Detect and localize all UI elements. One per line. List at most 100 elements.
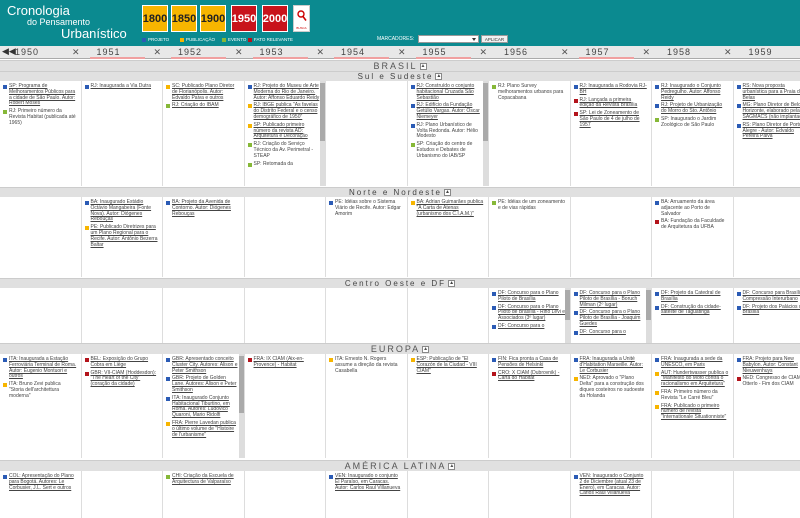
year-marker-icon[interactable]: ✕ — [235, 47, 243, 58]
event-item[interactable]: DF: Projeto dos Palácios de Brasília — [736, 304, 800, 317]
event-item[interactable]: RJ: Inaugurado o Conjunto Pedregulho. Au… — [655, 83, 729, 101]
event-item[interactable]: FRA: Primeiro número da Revista "Le Carr… — [655, 389, 729, 402]
event-item[interactable]: ITA: Inaugurada a Estação Ferroviária Te… — [3, 356, 77, 380]
scrollbar[interactable] — [238, 354, 244, 458]
legend-publicação[interactable]: PUBLICAÇÃO — [180, 37, 215, 42]
event-item[interactable]: DF: Construção da cidade-satélite de Tag… — [655, 304, 729, 317]
year-marker-icon[interactable]: ✕ — [643, 47, 651, 58]
event-item[interactable]: VEN: Inaugurado o Conjunto 2 de Diciembr… — [573, 473, 648, 497]
legend-checkbox[interactable] — [142, 37, 146, 42]
event-item[interactable]: ITA: Inaugurado Conjunto Habitacional Ti… — [166, 395, 240, 419]
event-item[interactable]: RJ: Lançada a primeira edição da Revista… — [573, 97, 648, 110]
decade-button-1900[interactable]: 1900 — [200, 5, 226, 32]
event-item[interactable]: SP: Inaugurado o Jardim Zoológico de São… — [655, 116, 729, 129]
event-item[interactable]: DF: Concurso para o — [492, 323, 566, 330]
event-item[interactable]: DF: Concurso para o Plano Piloto de Bras… — [573, 309, 648, 327]
event-item[interactable]: BA: Projeto da Avenida de Contorno. Auto… — [166, 199, 240, 217]
previous-arrow-icon[interactable]: ◀◀ — [2, 46, 16, 57]
event-item[interactable]: VEN: Inaugurado o conjunto El Paraíso, e… — [329, 473, 403, 491]
collapse-icon[interactable]: ▲ — [435, 73, 443, 81]
event-item[interactable]: RS: Plano Diretor de Porto Alegre - Auto… — [736, 122, 800, 140]
event-item[interactable]: SC: Publicado Plano Diretor de Florianóp… — [166, 83, 240, 101]
event-item[interactable]: DF: Projeto da Catedral de Brasília — [655, 290, 729, 303]
event-item[interactable]: RJ: Primeiro número da Revista Habitat (… — [3, 108, 77, 126]
legend-projeto[interactable]: PROJETO — [142, 37, 169, 42]
event-item[interactable]: NED: Aprovado o "Plano Delta" para a con… — [573, 375, 648, 399]
event-item[interactable]: FRA: Inaugurada a Unité d'Habitation Mar… — [573, 356, 648, 374]
event-item[interactable]: SP: Programa de Melhoramentos Públicos p… — [3, 83, 77, 107]
scrollbar[interactable] — [320, 81, 325, 186]
event-item[interactable]: ITA: Bruno Zevi publica "Storia dell'arc… — [3, 381, 77, 399]
collapse-icon[interactable]: ▲ — [422, 346, 430, 354]
event-item[interactable]: RJ: Inaugurada a Rodovia RJ-BH — [573, 83, 648, 96]
event-item[interactable]: BEL: Exposição do Grupo Cobra em Liège — [84, 356, 159, 369]
event-item[interactable]: RJ: Projeto de Urbanização do Morro do S… — [655, 103, 729, 115]
scrollbar[interactable] — [646, 288, 651, 343]
event-item[interactable]: SP: Lei de Zoneamento de São Paulo de 4 … — [573, 110, 648, 128]
event-item[interactable]: DF: Concurso para Brasília - Compressão … — [736, 290, 800, 303]
event-item[interactable]: RJ: Plano Survey melhoramentos urbanos p… — [492, 83, 566, 101]
event-item[interactable]: RJ: Plano Urbanístico de Volta Redonda. … — [410, 122, 485, 140]
collapse-icon[interactable]: ▲ — [448, 463, 456, 471]
decade-button-1950[interactable]: 1950 — [231, 5, 257, 32]
event-item[interactable]: MG: Plano Diretor de Belo Horizonte, ela… — [736, 102, 800, 120]
event-item[interactable]: BA: Fundação da Faculdade de Arquitetura… — [655, 219, 729, 231]
event-item[interactable]: FRA: IX CIAM (Aix-en-Provence) - Habitat — [247, 356, 322, 369]
event-item[interactable]: AUT: Hundertwasser publica o "Manifesto … — [655, 370, 729, 388]
event-item[interactable]: COL: Apresentação do Plano para Bogotá. … — [3, 473, 77, 491]
event-item[interactable]: FIN: Fica pronta a Casa de Pensões de He… — [492, 356, 566, 369]
event-item[interactable]: PE: Idéias de um zoneamento e de vias rá… — [492, 199, 566, 212]
event-item[interactable]: FRA: Projeto para New Babylon. Autor: Co… — [736, 356, 800, 374]
scrollbar[interactable] — [483, 81, 488, 186]
decade-button-2000[interactable]: 2000 — [262, 5, 288, 32]
event-item[interactable]: SP: Criação do centro de Estudos e Debat… — [410, 141, 485, 159]
event-item[interactable]: FRA: Publicado o primeiro número de revi… — [655, 403, 729, 421]
collapse-icon[interactable]: ▲ — [448, 280, 456, 288]
event-item[interactable]: RJ: Projeto do Museu de Arte Moderna do … — [247, 83, 322, 101]
collapse-icon[interactable]: ▲ — [443, 189, 451, 197]
event-item[interactable]: BA: Adrian Guimarães publica "A Carta de… — [410, 199, 485, 217]
year-marker-icon[interactable]: ✕ — [480, 47, 488, 58]
site-logo[interactable]: Cronologia do Pensamento Urbanístico — [7, 4, 127, 40]
event-item[interactable]: GBR: Projeto de Golden Lane. Autores: Al… — [166, 375, 240, 393]
year-marker-icon[interactable]: ✕ — [561, 47, 569, 58]
apply-button[interactable]: APLICAR — [481, 35, 508, 43]
event-item[interactable]: RJ: IBGE publica "As favelas do Distrito… — [247, 102, 322, 120]
year-marker-icon[interactable]: ✕ — [317, 47, 325, 58]
event-item[interactable]: RJ: Edifício da Fundação Getúlio Vargas.… — [410, 102, 485, 120]
legend-checkbox[interactable] — [248, 37, 252, 42]
event-item[interactable]: RJ: Criação do IBAM — [166, 103, 240, 109]
event-item[interactable]: DF: Concurso para o Plano Piloto de Bras… — [492, 290, 566, 303]
event-item[interactable]: CRO: X CIAM (Dubrovnik) - Carta do Habit… — [492, 370, 566, 383]
event-item[interactable]: RJ: Criação do Serviço Técnico da Av. Pe… — [247, 141, 322, 159]
event-item[interactable]: BA: Inaugurado Estádio Octávio Mangabeir… — [84, 199, 159, 223]
legend-fato-relevante[interactable]: FATO RELEVANTE — [248, 37, 293, 42]
event-item[interactable]: GBR: VII-CIAM (Hoddesdon): "The Heart of… — [84, 370, 159, 388]
event-item[interactable]: FRA: Pierre Lavedan publica o último vol… — [166, 420, 240, 438]
decade-button-1800[interactable]: 1800 — [142, 5, 168, 32]
event-item[interactable]: RJ: Construído o conjunto habitacional C… — [410, 83, 485, 101]
event-item[interactable]: DF: Concurso para o Plano Piloto de Bras… — [573, 290, 648, 308]
legend-checkbox[interactable] — [180, 37, 184, 42]
event-item[interactable]: SP: Retomada da — [247, 161, 322, 168]
event-item[interactable]: PE: Publicado Diretrizes para um Plano R… — [84, 224, 159, 248]
year-marker-icon[interactable]: ✕ — [398, 47, 406, 58]
event-item[interactable]: DF: Concurso para o Plano Piloto de Bras… — [492, 304, 566, 322]
collapse-icon[interactable]: ▲ — [419, 63, 427, 71]
event-item[interactable]: RJ: Inaugurada a Via Dutra — [84, 83, 159, 90]
year-marker-icon[interactable]: ✕ — [724, 47, 732, 58]
event-item[interactable]: SP: Publicado primeiro número da revista… — [247, 122, 322, 140]
year-marker-icon[interactable]: ✕ — [72, 47, 80, 58]
legend-evento[interactable]: EVENTO — [222, 37, 246, 42]
legend-checkbox[interactable] — [222, 37, 226, 42]
event-item[interactable]: PE: Idéias sobre o Sistema Viário de Rec… — [329, 199, 403, 217]
event-item[interactable]: RS: Nova proposta urbanística para a Pra… — [736, 83, 800, 101]
event-item[interactable]: BA: Arruamento da área adjacente ao Port… — [655, 199, 729, 217]
scrollbar[interactable] — [564, 288, 570, 343]
event-item[interactable]: GBR: Apresentado conceito Cluster City. … — [166, 356, 240, 374]
search-button[interactable]: BUSCA — [293, 5, 310, 32]
year-marker-icon[interactable]: ✕ — [154, 47, 162, 58]
event-item[interactable]: ITA: Ernesto N. Rogers assume a direção … — [329, 356, 403, 374]
event-item[interactable]: CHI: Criação da Escuela de Arquitectura … — [166, 473, 240, 486]
event-item[interactable]: ESP: Publicação de "El Corazón de la Ciu… — [410, 356, 485, 374]
